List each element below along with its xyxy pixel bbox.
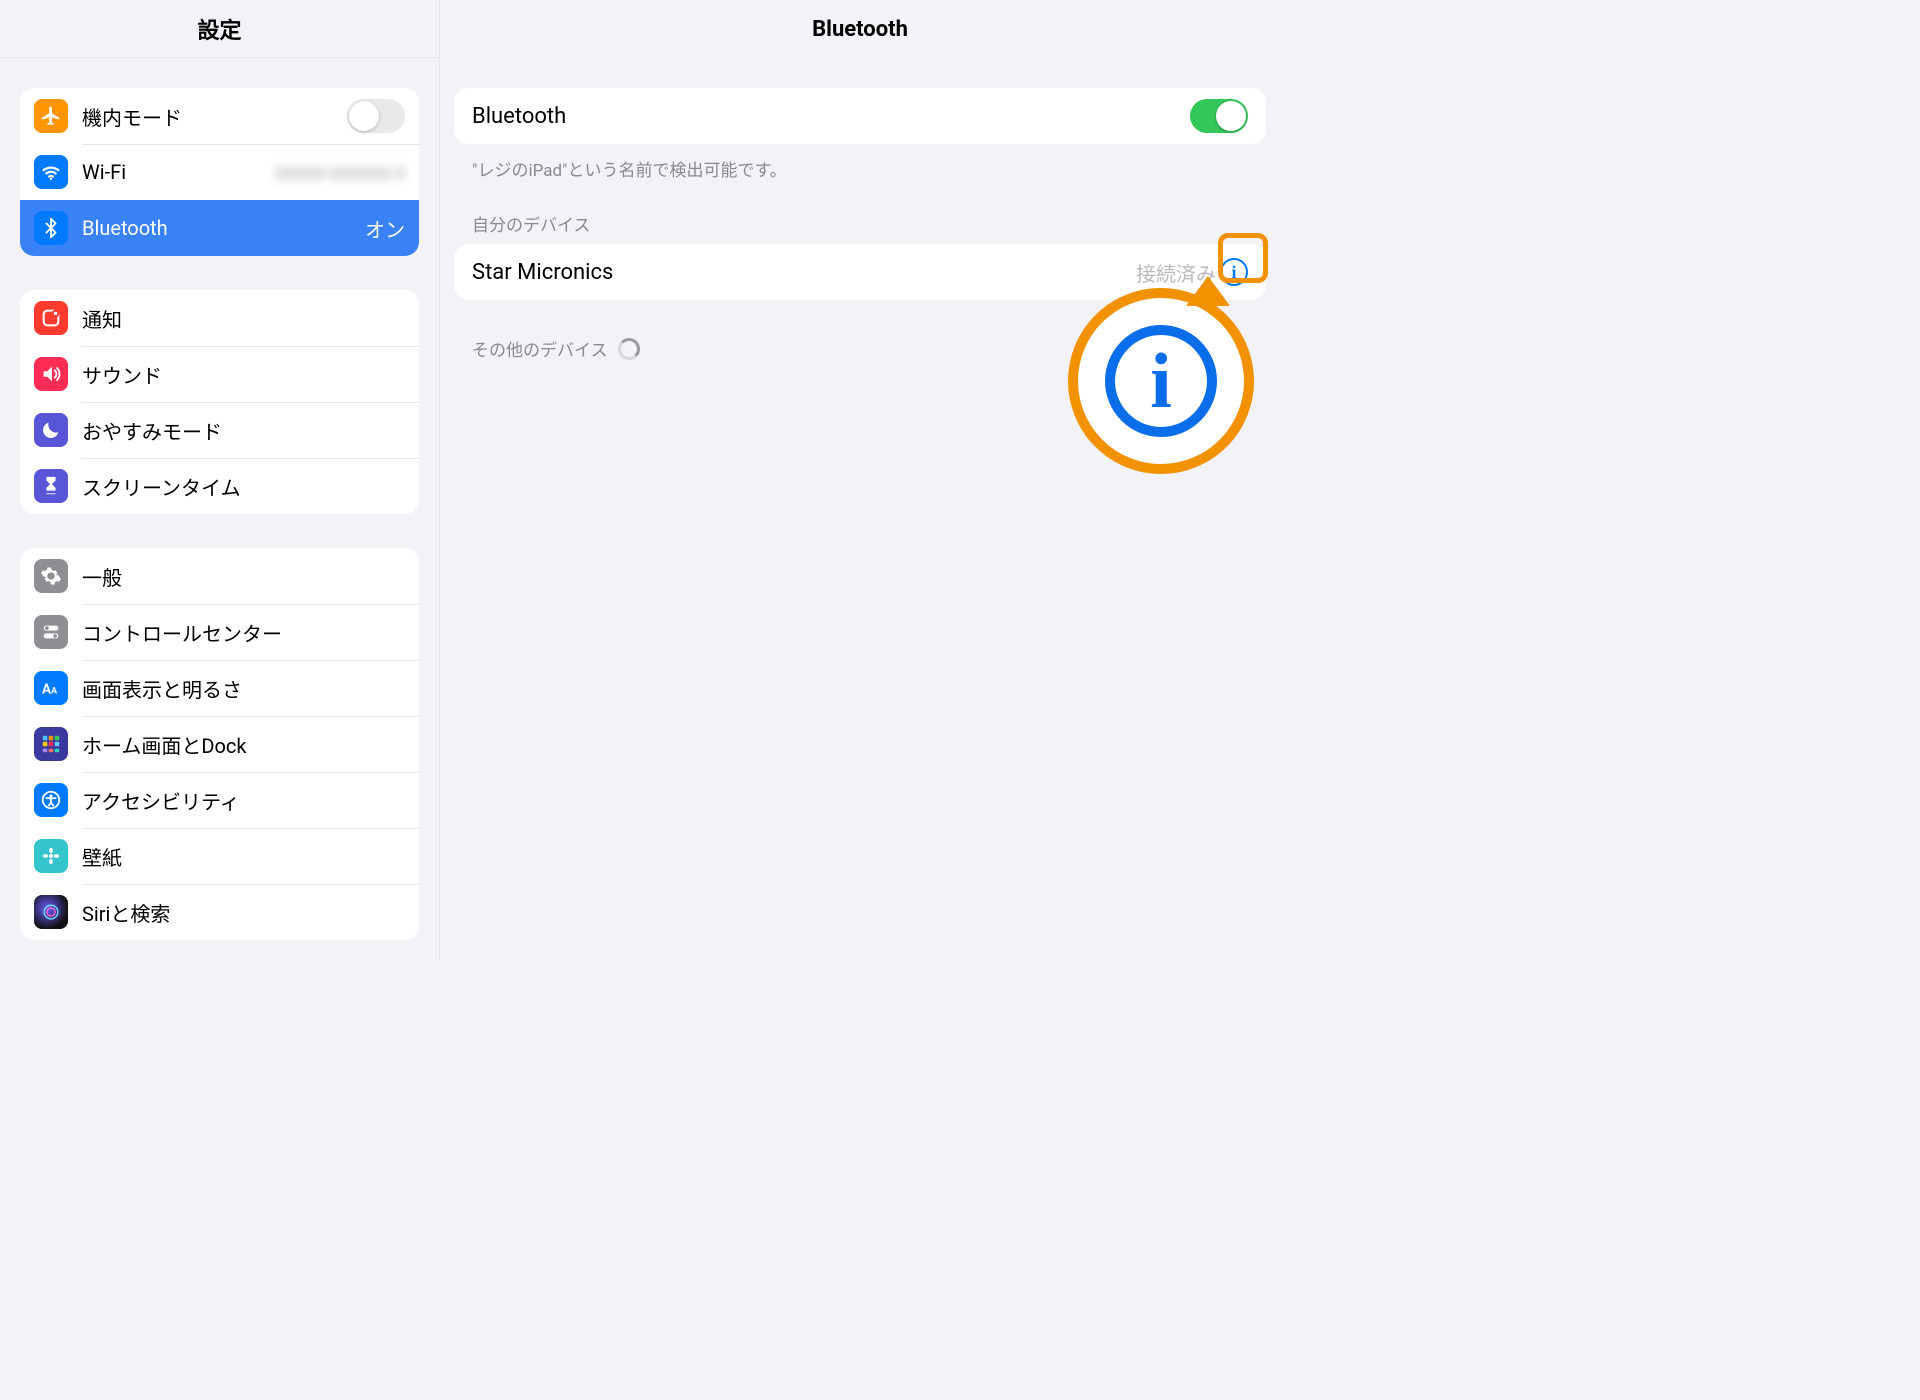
- text-size-icon: AA: [34, 671, 68, 705]
- sidebar-item-general[interactable]: 一般: [20, 548, 419, 604]
- airplane-icon: [34, 99, 68, 133]
- other-devices-label: その他のデバイス: [472, 336, 608, 361]
- sidebar-item-label: スクリーンタイム: [82, 472, 405, 501]
- spinner-icon: [618, 338, 640, 360]
- sidebar-item-airplane[interactable]: 機内モード: [20, 88, 419, 144]
- sidebar-item-sounds[interactable]: サウンド: [20, 346, 419, 402]
- flower-icon: [34, 839, 68, 873]
- sidebar-item-control-center[interactable]: コントロールセンター: [20, 604, 419, 660]
- detail-title: Bluetooth: [440, 0, 1280, 58]
- sidebar-item-label: サウンド: [82, 360, 405, 389]
- notifications-icon: [34, 301, 68, 335]
- sidebar-item-label: 画面表示と明るさ: [82, 674, 405, 703]
- sidebar-item-display[interactable]: AA 画面表示と明るさ: [20, 660, 419, 716]
- device-name: Star Micronics: [472, 260, 1136, 285]
- annotation-callout: i: [1068, 288, 1254, 474]
- sounds-icon: [34, 357, 68, 391]
- sidebar-item-label: Siriと検索: [82, 898, 405, 927]
- sidebar-item-bluetooth[interactable]: Bluetooth オン: [20, 200, 419, 256]
- sidebar-group-alerts: 通知 サウンド おやすみモード: [20, 290, 419, 514]
- moon-icon: [34, 413, 68, 447]
- bluetooth-toggle[interactable]: [1190, 99, 1248, 133]
- gear-icon: [34, 559, 68, 593]
- settings-sidebar: 設定 機内モード Wi-Fi x: [0, 0, 440, 960]
- sidebar-item-label: おやすみモード: [82, 416, 405, 445]
- sidebar-group-network: 機内モード Wi-Fi xxxxx-xxxxxx-x: [20, 88, 419, 256]
- bluetooth-toggle-label: Bluetooth: [472, 104, 1190, 129]
- sidebar-title: 設定: [0, 0, 439, 58]
- ipad-settings: 設定 機内モード Wi-Fi x: [0, 0, 1280, 960]
- sidebar-item-label: アクセシビリティ: [82, 786, 405, 815]
- my-devices-header: 自分のデバイス: [454, 181, 1266, 244]
- sidebar-item-home[interactable]: ホーム画面とDock: [20, 716, 419, 772]
- callout-tail: [1186, 276, 1230, 306]
- sidebar-item-dnd[interactable]: おやすみモード: [20, 402, 419, 458]
- toggle-knob: [349, 101, 379, 131]
- airplane-toggle[interactable]: [347, 99, 405, 133]
- sidebar-item-wallpaper[interactable]: 壁紙: [20, 828, 419, 884]
- sidebar-item-label: 機内モード: [82, 102, 347, 131]
- detail-pane: Bluetooth Bluetooth "レジのiPad"という名前で検出可能で…: [440, 0, 1280, 960]
- toggles-icon: [34, 615, 68, 649]
- sidebar-item-label: 一般: [82, 562, 405, 591]
- sidebar-item-value: オン: [365, 214, 405, 243]
- app-grid-icon: [34, 727, 68, 761]
- info-icon-large: i: [1105, 325, 1217, 437]
- toggle-knob: [1216, 101, 1246, 131]
- sidebar-item-accessibility[interactable]: アクセシビリティ: [20, 772, 419, 828]
- callout-ring: i: [1068, 288, 1254, 474]
- detail-body: Bluetooth "レジのiPad"という名前で検出可能です。 自分のデバイス…: [440, 58, 1280, 960]
- discoverable-hint: "レジのiPad"という名前で検出可能です。: [454, 144, 1266, 181]
- sidebar-item-wifi[interactable]: Wi-Fi xxxxx-xxxxxx-x: [20, 144, 419, 200]
- sidebar-item-screentime[interactable]: スクリーンタイム: [20, 458, 419, 514]
- sidebar-item-label: 壁紙: [82, 842, 405, 871]
- wifi-icon: [34, 155, 68, 189]
- sidebar-item-label: ホーム画面とDock: [82, 730, 405, 759]
- sidebar-item-label: Bluetooth: [82, 216, 357, 240]
- bluetooth-icon: [34, 211, 68, 245]
- siri-icon: [34, 895, 68, 929]
- sidebar-item-label: Wi-Fi: [82, 160, 267, 184]
- bluetooth-toggle-card: Bluetooth: [454, 88, 1266, 144]
- sidebar-item-notifications[interactable]: 通知: [20, 290, 419, 346]
- bluetooth-toggle-row[interactable]: Bluetooth: [454, 88, 1266, 144]
- accessibility-icon: [34, 783, 68, 817]
- sidebar-group-system: 一般 コントロールセンター AA 画面表示と明るさ: [20, 548, 419, 940]
- sidebar-scroll[interactable]: 機内モード Wi-Fi xxxxx-xxxxxx-x: [0, 58, 439, 960]
- sidebar-item-siri[interactable]: Siriと検索: [20, 884, 419, 940]
- sidebar-item-label: 通知: [82, 304, 405, 333]
- wifi-network-name: xxxxx-xxxxxx-x: [275, 160, 405, 184]
- sidebar-item-label: コントロールセンター: [82, 618, 405, 647]
- svg-text:A: A: [51, 687, 58, 697]
- hourglass-icon: [34, 469, 68, 503]
